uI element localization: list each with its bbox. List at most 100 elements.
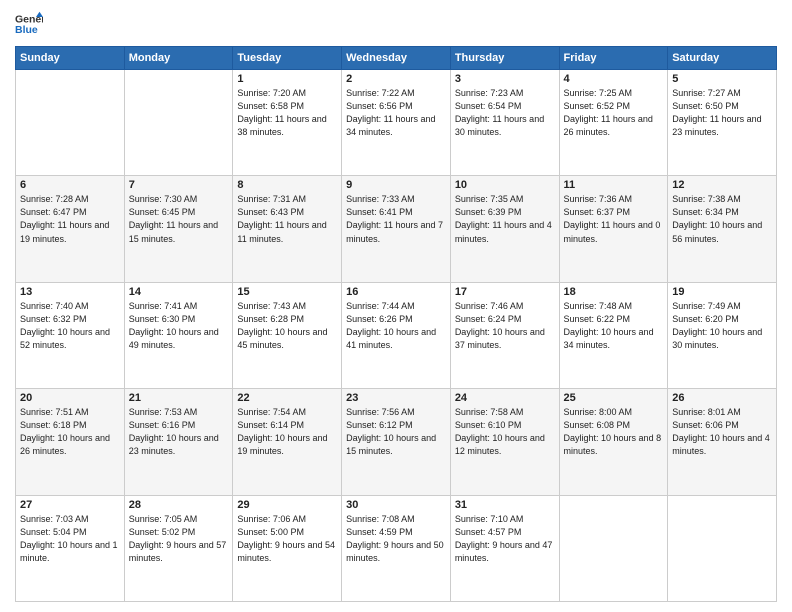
day-number: 28 bbox=[129, 499, 229, 511]
day-info: Sunrise: 7:33 AMSunset: 6:41 PMDaylight:… bbox=[346, 193, 446, 245]
day-info: Sunrise: 7:06 AMSunset: 5:00 PMDaylight:… bbox=[237, 513, 337, 565]
day-number: 5 bbox=[672, 73, 772, 85]
calendar-week-row: 20 Sunrise: 7:51 AMSunset: 6:18 PMDayligh… bbox=[16, 389, 777, 495]
day-info: Sunrise: 7:43 AMSunset: 6:28 PMDaylight:… bbox=[237, 300, 337, 352]
day-number: 29 bbox=[237, 499, 337, 511]
day-number: 2 bbox=[346, 73, 446, 85]
day-number: 1 bbox=[237, 73, 337, 85]
day-info: Sunrise: 7:53 AMSunset: 6:16 PMDaylight:… bbox=[129, 406, 229, 458]
calendar-cell: 26 Sunrise: 8:01 AMSunset: 6:06 PMDayligh… bbox=[668, 389, 777, 495]
calendar-cell: 11 Sunrise: 7:36 AMSunset: 6:37 PMDayligh… bbox=[559, 176, 668, 282]
day-number: 10 bbox=[455, 179, 555, 191]
calendar-cell: 10 Sunrise: 7:35 AMSunset: 6:39 PMDayligh… bbox=[450, 176, 559, 282]
calendar-cell bbox=[16, 70, 125, 176]
calendar-cell: 2 Sunrise: 7:22 AMSunset: 6:56 PMDaylight… bbox=[342, 70, 451, 176]
day-number: 16 bbox=[346, 286, 446, 298]
calendar-cell: 28 Sunrise: 7:05 AMSunset: 5:02 PMDayligh… bbox=[124, 495, 233, 601]
calendar-header-row: SundayMondayTuesdayWednesdayThursdayFrid… bbox=[16, 47, 777, 70]
day-info: Sunrise: 7:20 AMSunset: 6:58 PMDaylight:… bbox=[237, 87, 337, 139]
day-number: 22 bbox=[237, 392, 337, 404]
calendar-cell: 30 Sunrise: 7:08 AMSunset: 4:59 PMDayligh… bbox=[342, 495, 451, 601]
calendar-table: SundayMondayTuesdayWednesdayThursdayFrid… bbox=[15, 46, 777, 602]
calendar-week-row: 1 Sunrise: 7:20 AMSunset: 6:58 PMDaylight… bbox=[16, 70, 777, 176]
day-info: Sunrise: 8:01 AMSunset: 6:06 PMDaylight:… bbox=[672, 406, 772, 458]
day-info: Sunrise: 7:46 AMSunset: 6:24 PMDaylight:… bbox=[455, 300, 555, 352]
day-info: Sunrise: 7:35 AMSunset: 6:39 PMDaylight:… bbox=[455, 193, 555, 245]
calendar-cell: 8 Sunrise: 7:31 AMSunset: 6:43 PMDaylight… bbox=[233, 176, 342, 282]
calendar-cell: 29 Sunrise: 7:06 AMSunset: 5:00 PMDayligh… bbox=[233, 495, 342, 601]
calendar-cell: 18Sunrise: 7:48 AMSunset: 6:22 PMDayligh… bbox=[559, 282, 668, 388]
day-number: 14 bbox=[129, 286, 229, 298]
day-number: 31 bbox=[455, 499, 555, 511]
calendar-cell bbox=[124, 70, 233, 176]
day-info: Sunrise: 7:25 AMSunset: 6:52 PMDaylight:… bbox=[564, 87, 664, 139]
day-number: 18 bbox=[564, 286, 664, 298]
day-number: 30 bbox=[346, 499, 446, 511]
calendar-cell: 1 Sunrise: 7:20 AMSunset: 6:58 PMDaylight… bbox=[233, 70, 342, 176]
day-number: 24 bbox=[455, 392, 555, 404]
calendar-cell: 19Sunrise: 7:49 AMSunset: 6:20 PMDayligh… bbox=[668, 282, 777, 388]
day-number: 25 bbox=[564, 392, 664, 404]
day-number: 19 bbox=[672, 286, 772, 298]
day-info: Sunrise: 7:30 AMSunset: 6:45 PMDaylight:… bbox=[129, 193, 229, 245]
calendar-week-row: 6Sunrise: 7:28 AMSunset: 6:47 PMDaylight… bbox=[16, 176, 777, 282]
day-number: 17 bbox=[455, 286, 555, 298]
header: General Blue bbox=[15, 10, 777, 38]
calendar-cell: 24 Sunrise: 7:58 AMSunset: 6:10 PMDayligh… bbox=[450, 389, 559, 495]
logo-icon: General Blue bbox=[15, 10, 43, 38]
day-number: 7 bbox=[129, 179, 229, 191]
day-number: 11 bbox=[564, 179, 664, 191]
day-number: 26 bbox=[672, 392, 772, 404]
calendar-cell: 20 Sunrise: 7:51 AMSunset: 6:18 PMDayligh… bbox=[16, 389, 125, 495]
calendar-cell: 21Sunrise: 7:53 AMSunset: 6:16 PMDayligh… bbox=[124, 389, 233, 495]
calendar-cell: 12 Sunrise: 7:38 AMSunset: 6:34 PMDayligh… bbox=[668, 176, 777, 282]
day-info: Sunrise: 7:10 AMSunset: 4:57 PMDaylight:… bbox=[455, 513, 555, 565]
calendar-cell: 6Sunrise: 7:28 AMSunset: 6:47 PMDaylight… bbox=[16, 176, 125, 282]
day-number: 15 bbox=[237, 286, 337, 298]
day-of-week-header: Sunday bbox=[16, 47, 125, 70]
day-info: Sunrise: 7:03 AMSunset: 5:04 PMDaylight:… bbox=[20, 513, 120, 565]
calendar-cell: 14 Sunrise: 7:41 AMSunset: 6:30 PMDayligh… bbox=[124, 282, 233, 388]
day-number: 12 bbox=[672, 179, 772, 191]
day-info: Sunrise: 7:36 AMSunset: 6:37 PMDaylight:… bbox=[564, 193, 664, 245]
calendar-cell: 27 Sunrise: 7:03 AMSunset: 5:04 PMDayligh… bbox=[16, 495, 125, 601]
day-info: Sunrise: 7:31 AMSunset: 6:43 PMDaylight:… bbox=[237, 193, 337, 245]
calendar-cell: 25 Sunrise: 8:00 AMSunset: 6:08 PMDayligh… bbox=[559, 389, 668, 495]
calendar-cell: 23 Sunrise: 7:56 AMSunset: 6:12 PMDayligh… bbox=[342, 389, 451, 495]
calendar-cell bbox=[668, 495, 777, 601]
calendar-cell: 31 Sunrise: 7:10 AMSunset: 4:57 PMDayligh… bbox=[450, 495, 559, 601]
day-info: Sunrise: 7:05 AMSunset: 5:02 PMDaylight:… bbox=[129, 513, 229, 565]
day-of-week-header: Saturday bbox=[668, 47, 777, 70]
day-info: Sunrise: 7:51 AMSunset: 6:18 PMDaylight:… bbox=[20, 406, 120, 458]
calendar-week-row: 13Sunrise: 7:40 AMSunset: 6:32 PMDayligh… bbox=[16, 282, 777, 388]
day-info: Sunrise: 8:00 AMSunset: 6:08 PMDaylight:… bbox=[564, 406, 664, 458]
day-number: 6 bbox=[20, 179, 120, 191]
day-number: 23 bbox=[346, 392, 446, 404]
day-info: Sunrise: 7:54 AMSunset: 6:14 PMDaylight:… bbox=[237, 406, 337, 458]
day-info: Sunrise: 7:08 AMSunset: 4:59 PMDaylight:… bbox=[346, 513, 446, 565]
calendar-cell: 3 Sunrise: 7:23 AMSunset: 6:54 PMDaylight… bbox=[450, 70, 559, 176]
svg-text:Blue: Blue bbox=[15, 24, 38, 36]
day-number: 4 bbox=[564, 73, 664, 85]
calendar-cell: 5 Sunrise: 7:27 AMSunset: 6:50 PMDaylight… bbox=[668, 70, 777, 176]
calendar-cell: 9 Sunrise: 7:33 AMSunset: 6:41 PMDaylight… bbox=[342, 176, 451, 282]
calendar-cell: 16Sunrise: 7:44 AMSunset: 6:26 PMDayligh… bbox=[342, 282, 451, 388]
day-number: 13 bbox=[20, 286, 120, 298]
day-info: Sunrise: 7:56 AMSunset: 6:12 PMDaylight:… bbox=[346, 406, 446, 458]
day-of-week-header: Monday bbox=[124, 47, 233, 70]
day-number: 27 bbox=[20, 499, 120, 511]
day-info: Sunrise: 7:38 AMSunset: 6:34 PMDaylight:… bbox=[672, 193, 772, 245]
logo: General Blue bbox=[15, 10, 43, 38]
day-number: 20 bbox=[20, 392, 120, 404]
day-number: 8 bbox=[237, 179, 337, 191]
day-number: 9 bbox=[346, 179, 446, 191]
calendar-cell: 4 Sunrise: 7:25 AMSunset: 6:52 PMDaylight… bbox=[559, 70, 668, 176]
day-info: Sunrise: 7:23 AMSunset: 6:54 PMDaylight:… bbox=[455, 87, 555, 139]
day-info: Sunrise: 7:41 AMSunset: 6:30 PMDaylight:… bbox=[129, 300, 229, 352]
day-of-week-header: Tuesday bbox=[233, 47, 342, 70]
day-of-week-header: Thursday bbox=[450, 47, 559, 70]
day-info: Sunrise: 7:27 AMSunset: 6:50 PMDaylight:… bbox=[672, 87, 772, 139]
day-info: Sunrise: 7:22 AMSunset: 6:56 PMDaylight:… bbox=[346, 87, 446, 139]
day-number: 3 bbox=[455, 73, 555, 85]
day-info: Sunrise: 7:58 AMSunset: 6:10 PMDaylight:… bbox=[455, 406, 555, 458]
